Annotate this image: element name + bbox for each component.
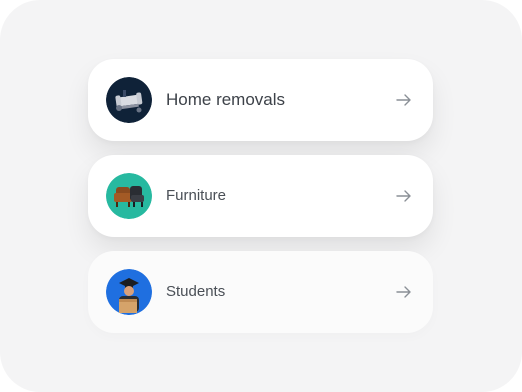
arrow-right-icon: [396, 190, 411, 202]
service-card-home-removals[interactable]: Home removals: [88, 59, 433, 141]
couch-icon: [106, 77, 152, 123]
service-card-students[interactable]: Students: [88, 251, 433, 333]
service-label: Furniture: [166, 187, 227, 204]
arrow-right-icon: [396, 286, 411, 298]
arrow-right-icon: [396, 94, 411, 106]
student-icon: [106, 269, 152, 315]
service-label: Students: [166, 283, 226, 300]
services-panel: Home removals Furniture Students: [0, 0, 522, 392]
service-label: Home removals: [166, 90, 286, 109]
armchair-icon: [106, 173, 152, 219]
service-card-furniture[interactable]: Furniture: [88, 155, 433, 237]
